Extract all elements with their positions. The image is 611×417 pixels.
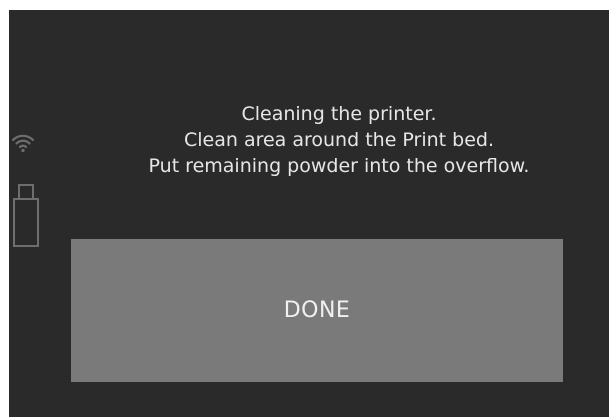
done-button[interactable]: DONE [71,239,563,382]
printer-screen: Cleaning the printer. Clean area around … [9,10,609,417]
message-line-2: Clean area around the Print bed. [183,129,495,151]
usb-drive-icon [13,184,39,247]
wifi-icon [11,134,35,153]
message-line-1: Cleaning the printer. [241,103,437,125]
done-button-label: DONE [283,298,351,323]
instruction-message: Cleaning the printer. Clean area around … [69,101,609,179]
status-bar [9,10,55,417]
message-line-3: Put remaining powder into the overflow. [148,155,530,177]
